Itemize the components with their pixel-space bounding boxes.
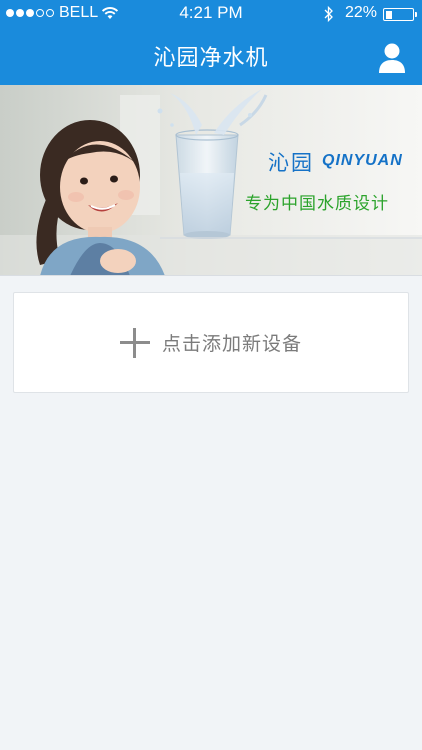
battery-level-fill	[385, 10, 392, 19]
brand-name-cn: 沁园	[268, 151, 314, 175]
banner-photo	[0, 85, 422, 275]
promo-banner: 沁园 QINYUAN 专为中国水质设计	[0, 85, 422, 276]
bluetooth-icon	[324, 5, 334, 27]
app-screen: BELL 4:21 PM 22% 沁园净水机 沁园 QINYUAN 专为中国水质…	[0, 0, 422, 750]
battery-icon	[383, 8, 417, 21]
battery-percent: 22%	[345, 4, 378, 21]
person-icon[interactable]	[378, 42, 406, 74]
page-title: 沁园净水机	[153, 46, 269, 71]
top-bar: BELL 4:21 PM 22% 沁园净水机	[0, 0, 422, 85]
add-device-label: 点击添加新设备	[161, 333, 302, 355]
status-bar: BELL 4:21 PM 22%	[0, 0, 422, 28]
add-device-button[interactable]: 点击添加新设备	[13, 292, 409, 393]
brand-name-en: QINYUAN	[322, 152, 403, 169]
plus-icon	[119, 327, 150, 358]
banner-slogan: 专为中国水质设计	[245, 194, 389, 214]
